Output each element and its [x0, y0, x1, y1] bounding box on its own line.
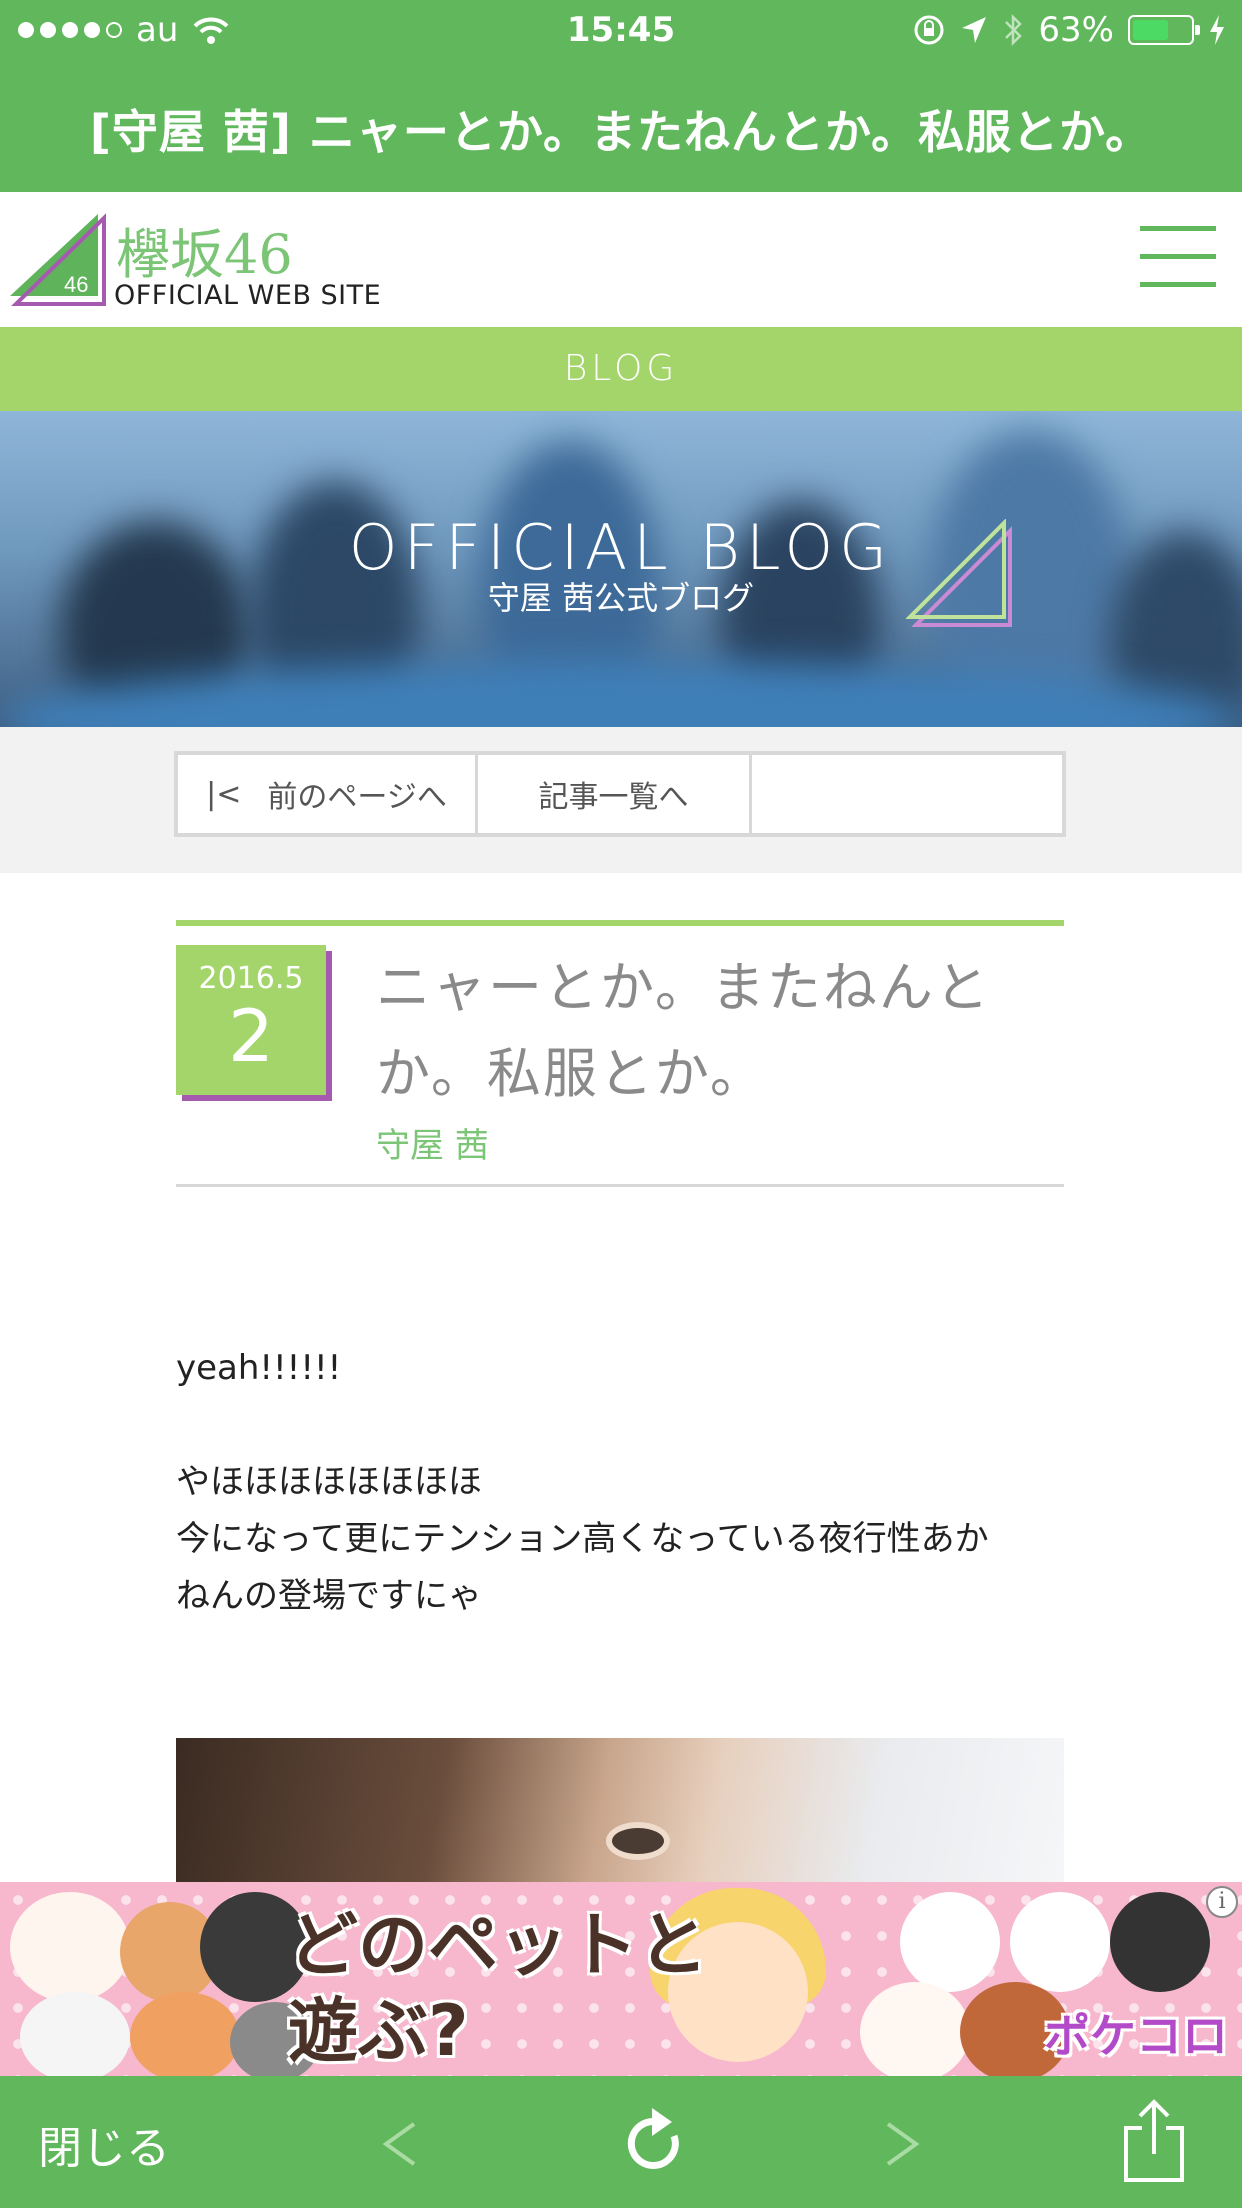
next-page-slot — [752, 755, 1062, 833]
prev-page-label: 前のページへ — [267, 780, 447, 815]
close-button[interactable]: 閉じる — [38, 2112, 170, 2176]
pager: |< 前のページへ 記事一覧へ — [174, 751, 1066, 837]
battery-fill — [1133, 20, 1169, 40]
title-header: au 15:45 63% [守屋 茜] ニャーとか。またねんとか。私服とか。 — [0, 0, 1242, 192]
back-arrow-icon[interactable] — [380, 2120, 420, 2168]
article-list-label: 記事一覧へ — [538, 780, 689, 815]
body-line: やほほほほほほほほ — [176, 1462, 482, 1502]
location-icon — [962, 17, 987, 43]
entry-photo[interactable] — [176, 1738, 1064, 1882]
orientation-lock-icon — [914, 15, 944, 45]
prev-page-icon: |< — [206, 776, 242, 812]
share-icon[interactable] — [1122, 2098, 1186, 2184]
photo-detail — [606, 1822, 670, 1860]
browser-toolbar: 閉じる — [0, 2076, 1242, 2208]
charging-icon — [1210, 15, 1224, 45]
page-title: [守屋 茜] ニャーとか。またねんとか。私服とか。 — [89, 105, 1153, 159]
ad-brand: ポケコロ — [1044, 2009, 1228, 2063]
prev-page-button[interactable]: |< 前のページへ — [178, 755, 478, 833]
keyakizaka-logo[interactable]: 46 — [6, 212, 106, 306]
bluetooth-icon — [1005, 13, 1023, 47]
ad-headline: どのペットと 遊ぶ? — [288, 1902, 708, 2074]
section-bar: BLOG — [0, 327, 1242, 411]
battery-icon — [1128, 15, 1200, 45]
pager-area: |< 前のページへ 記事一覧へ — [0, 727, 1242, 873]
entry-date-year-month: 2016.5 — [198, 961, 304, 996]
ad-headline-line: 遊ぶ? — [288, 1990, 469, 2072]
entry-date-day: 2 — [228, 994, 274, 1078]
site-header: 46 欅坂46 OFFICIAL WEB SITE — [0, 192, 1242, 327]
status-bar: au 15:45 63% — [0, 0, 1242, 60]
battery-percent: 63% — [1038, 10, 1114, 50]
entry-separator — [176, 1184, 1064, 1187]
forward-arrow-icon[interactable] — [882, 2120, 922, 2168]
entry-body: yeah!!!!!! やほほほほほほほほ 今になって更にテンション高くなっている… — [176, 1340, 1066, 1625]
hero-banner: OFFICIAL BLOG 守屋 茜公式ブログ — [0, 411, 1242, 727]
brand-name-jp[interactable]: 欅坂46 — [116, 210, 293, 289]
body-line: 今になって更にテンション高くなっている夜行性あか — [176, 1519, 989, 1559]
body-line: ねんの登場ですにゃ — [176, 1576, 482, 1616]
entry-date-badge: 2016.5 2 — [176, 945, 326, 1095]
brand-name-en[interactable]: OFFICIAL WEB SITE — [114, 280, 381, 311]
logo-triangle-icon — [906, 519, 1012, 627]
svg-text:46: 46 — [64, 272, 88, 297]
section-label: BLOG — [563, 348, 679, 389]
ad-headline-line: どのペットと — [288, 1904, 708, 1986]
ad-banner[interactable]: どのペットと 遊ぶ? ポケコロ i — [0, 1882, 1242, 2076]
entry-author[interactable]: 守屋 茜 — [376, 1118, 489, 1167]
entry-top-rule — [176, 920, 1064, 926]
entry-title: ニャーとか。またねんとか。私服とか。 — [376, 956, 991, 1105]
article-list-button[interactable]: 記事一覧へ — [478, 755, 752, 833]
reload-icon[interactable] — [622, 2106, 688, 2178]
hamburger-menu-icon[interactable] — [1140, 226, 1216, 290]
body-line: yeah!!!!!! — [176, 1348, 342, 1388]
hero-subtitle: 守屋 茜公式ブログ — [487, 579, 755, 617]
ad-info-icon[interactable]: i — [1206, 1886, 1238, 1918]
